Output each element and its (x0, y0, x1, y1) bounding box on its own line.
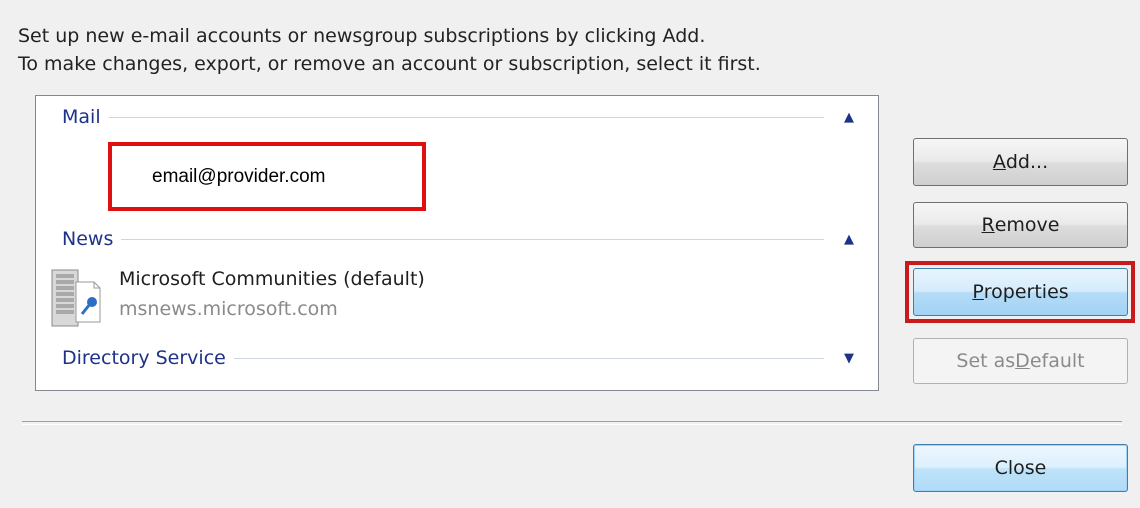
add-button-accelerator: A (992, 151, 1006, 173)
group-title-mail: Mail (62, 106, 101, 128)
news-account-name: Microsoft Communities (default) (119, 268, 425, 290)
accounts-list[interactable]: Mail ▲ email@provider.com News ▲ Microso… (35, 95, 879, 391)
instructions-text: Set up new e-mail accounts or newsgroup … (18, 22, 761, 78)
close-button[interactable]: Close (913, 444, 1128, 492)
group-header-directory[interactable]: Directory Service ▼ (62, 344, 856, 372)
news-account-server: msnews.microsoft.com (119, 298, 338, 320)
set-default-label-prefix: Set as (956, 350, 1016, 372)
expand-down-icon[interactable]: ▼ (842, 351, 856, 366)
set-default-label: efault (1029, 350, 1085, 372)
news-account-item[interactable]: Microsoft Communities (default) msnews.m… (46, 266, 646, 330)
properties-button-label: roperties (983, 281, 1069, 303)
mail-account-address: email@provider.com (152, 165, 326, 187)
remove-button-label: emove (994, 214, 1060, 236)
add-button[interactable]: Add... (913, 138, 1128, 186)
instructions-line-2: To make changes, export, or remove an ac… (18, 53, 761, 75)
group-divider (233, 357, 824, 359)
remove-button[interactable]: Remove (913, 202, 1128, 248)
set-default-accelerator: D (1015, 350, 1030, 372)
separator-line (22, 421, 1122, 425)
group-divider (121, 238, 824, 240)
group-header-news[interactable]: News ▲ (62, 225, 856, 253)
add-button-label: dd... (1005, 151, 1049, 173)
properties-button[interactable]: Properties (913, 268, 1128, 316)
mail-account-item[interactable]: email@provider.com (108, 142, 426, 211)
collapse-up-icon[interactable]: ▲ (842, 110, 856, 125)
group-title-news: News (62, 228, 114, 250)
collapse-up-icon[interactable]: ▲ (842, 232, 856, 247)
close-button-label: Close (994, 457, 1047, 479)
group-divider (108, 116, 824, 118)
group-title-directory: Directory Service (62, 347, 226, 369)
news-server-icon (46, 266, 102, 334)
group-header-mail[interactable]: Mail ▲ (62, 103, 856, 131)
properties-button-accelerator: P (972, 281, 984, 303)
set-as-default-button: Set as Default (913, 338, 1128, 384)
remove-button-accelerator: R (981, 214, 995, 236)
instructions-line-1: Set up new e-mail accounts or newsgroup … (18, 25, 706, 47)
